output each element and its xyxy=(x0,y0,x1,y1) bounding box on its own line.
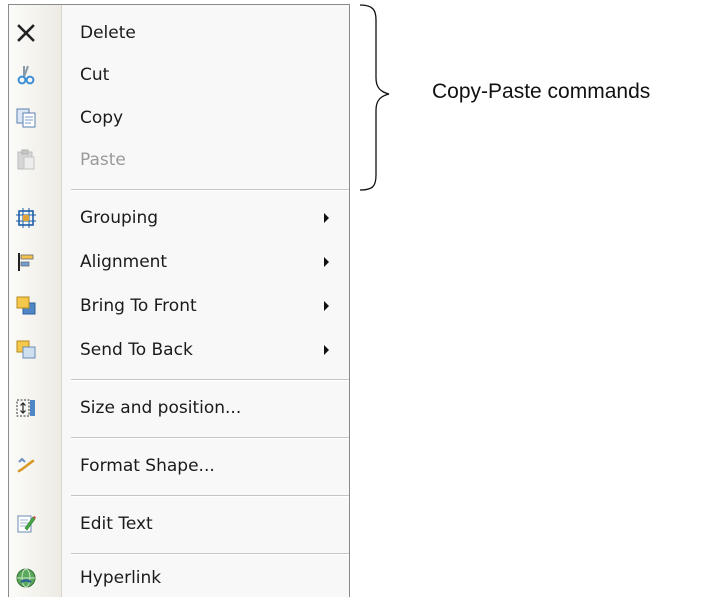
menu-item-copy[interactable]: Copy xyxy=(9,98,349,138)
cut-icon xyxy=(15,64,37,86)
menu-item-label: Paste xyxy=(80,150,126,170)
menu-item-alignment[interactable]: Alignment xyxy=(9,242,349,282)
curly-brace-icon xyxy=(359,4,390,191)
format-shape-icon xyxy=(15,455,37,477)
hyperlink-icon xyxy=(15,567,37,589)
menu-separator xyxy=(71,495,349,497)
menu-item-label: Bring To Front xyxy=(80,296,197,316)
menu-item-format-shape[interactable]: Format Shape... xyxy=(9,446,349,486)
bring-to-front-icon xyxy=(15,295,37,317)
menu-item-label: Copy xyxy=(80,108,124,128)
menu-item-delete[interactable]: Delete xyxy=(9,13,349,53)
copy-icon xyxy=(15,107,37,129)
alignment-icon xyxy=(15,251,37,273)
submenu-arrow-icon xyxy=(324,257,329,267)
menu-item-label: Grouping xyxy=(80,208,159,228)
menu-item-label: Hyperlink xyxy=(80,568,162,588)
menu-item-label: Delete xyxy=(80,23,136,43)
menu-item-label: Send To Back xyxy=(80,340,193,360)
context-menu: Delete Cut Copy Paste Grouping Alignment… xyxy=(8,4,350,597)
send-to-back-icon xyxy=(15,339,37,361)
menu-item-send-to-back[interactable]: Send To Back xyxy=(9,330,349,370)
submenu-arrow-icon xyxy=(324,301,329,311)
menu-separator xyxy=(71,437,349,439)
annotation-label: Copy-Paste commands xyxy=(432,80,651,103)
menu-separator xyxy=(71,553,349,555)
menu-item-grouping[interactable]: Grouping xyxy=(9,198,349,238)
menu-item-edit-text[interactable]: Edit Text xyxy=(9,504,349,544)
delete-icon xyxy=(15,22,37,44)
menu-item-label: Edit Text xyxy=(80,514,153,534)
paste-icon xyxy=(15,149,37,171)
menu-separator xyxy=(71,189,349,191)
menu-item-label: Size and position... xyxy=(80,398,242,418)
menu-item-bring-to-front[interactable]: Bring To Front xyxy=(9,286,349,326)
menu-item-hyperlink[interactable]: Hyperlink xyxy=(9,558,349,598)
menu-separator xyxy=(71,379,349,381)
grouping-icon xyxy=(15,207,37,229)
menu-item-cut[interactable]: Cut xyxy=(9,55,349,95)
submenu-arrow-icon xyxy=(324,213,329,223)
edit-text-icon xyxy=(15,513,37,535)
submenu-arrow-icon xyxy=(324,345,329,355)
menu-item-label: Cut xyxy=(80,65,110,85)
size-position-icon xyxy=(15,397,37,419)
menu-item-label: Alignment xyxy=(80,252,168,272)
menu-item-label: Format Shape... xyxy=(80,456,215,476)
menu-item-size-and-position[interactable]: Size and position... xyxy=(9,388,349,428)
menu-item-paste[interactable]: Paste xyxy=(9,140,349,180)
